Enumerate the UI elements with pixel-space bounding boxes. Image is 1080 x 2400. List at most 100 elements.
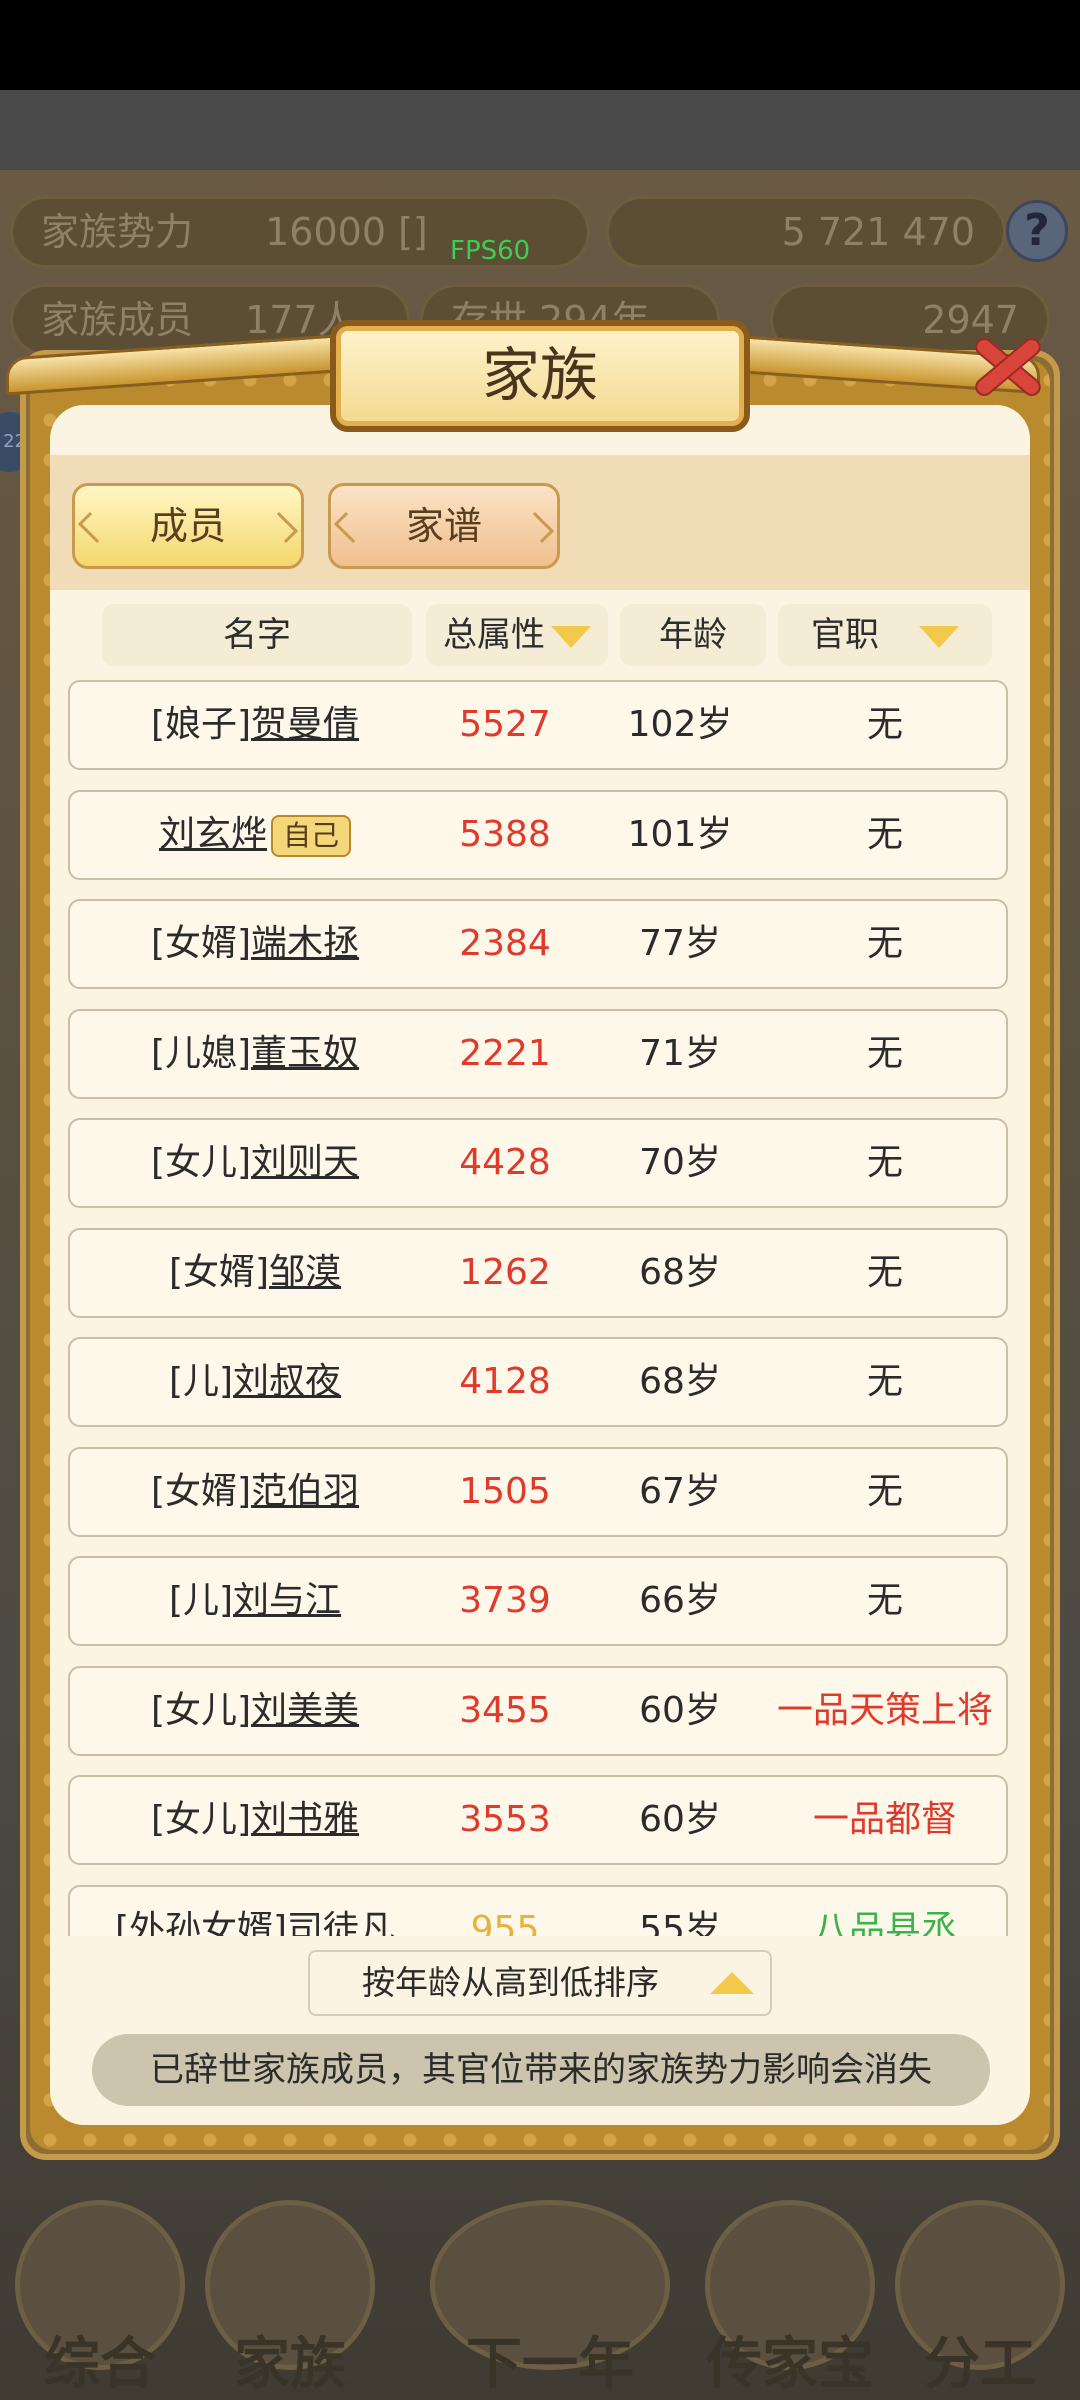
- column-header-post[interactable]: 官职: [778, 604, 992, 666]
- notice-banner: 已辞世家族成员，其官位带来的家族势力影响会消失: [92, 2034, 990, 2106]
- sort-button-label: 按年龄从高到低排序: [362, 1963, 659, 2002]
- nav-label: 分工: [924, 2332, 1036, 2397]
- member-name-cell[interactable]: [女婿]范伯羽: [70, 1449, 440, 1535]
- member-name-cell[interactable]: [儿]刘叔夜: [70, 1339, 440, 1425]
- member-name-link[interactable]: 刘叔夜: [233, 1361, 341, 1402]
- total-attr-value: 2384: [459, 923, 551, 964]
- relation-prefix: [儿]: [168, 1580, 234, 1621]
- member-name-cell[interactable]: [儿媳]董玉奴: [70, 1011, 440, 1097]
- total-attr-value: 3553: [459, 1799, 551, 1840]
- member-name-cell[interactable]: [女婿]邹漠: [70, 1230, 440, 1316]
- member-name-link[interactable]: 刘与江: [233, 1580, 341, 1621]
- member-name-cell[interactable]: [外孙女婿]司徒凡: [70, 1887, 440, 1936]
- table-row[interactable]: [外孙女婿]司徒凡 955 55岁 八品县丞: [68, 1885, 1008, 1936]
- member-name-link[interactable]: 刘美美: [251, 1690, 359, 1731]
- clan-power-label: 家族势力: [41, 210, 194, 254]
- member-name-cell[interactable]: [女婿]端木拯: [70, 901, 440, 987]
- clan-power-suffix: ]: [412, 210, 428, 254]
- nav-label: 综合: [44, 2332, 156, 2397]
- nav-division[interactable]: 分工: [890, 2200, 1070, 2400]
- member-name-cell[interactable]: [儿]刘与江: [70, 1558, 440, 1644]
- official-post-value: 一品天策上将: [776, 1690, 993, 1731]
- currency-stat: 5 721 470: [606, 196, 1006, 268]
- table-row[interactable]: [娘子]贺曼倩 5527 102岁 无: [68, 680, 1008, 770]
- table-row[interactable]: [儿媳]董玉奴 2221 71岁 无: [68, 1009, 1008, 1099]
- total-attr-value: 4128: [459, 1361, 551, 1402]
- table-row[interactable]: [儿]刘与江 3739 66岁 无: [68, 1556, 1008, 1646]
- age-value: 68岁: [639, 1361, 721, 1402]
- relation-prefix: [娘子]: [150, 704, 252, 745]
- age-value: 66岁: [639, 1580, 721, 1621]
- relation-prefix: [儿]: [168, 1361, 234, 1402]
- column-header-label: 名字: [223, 615, 291, 655]
- clan-power-value: 16000 [: [265, 210, 413, 254]
- table-row[interactable]: [女婿]邹漠 1262 68岁 无: [68, 1228, 1008, 1318]
- table-row[interactable]: [女婿]范伯羽 1505 67岁 无: [68, 1447, 1008, 1537]
- member-name-link[interactable]: 贺曼倩: [251, 704, 359, 745]
- member-name-link[interactable]: 董玉奴: [251, 1033, 359, 1074]
- table-row[interactable]: 刘玄烨 自己 5388 101岁 无: [68, 790, 1008, 880]
- official-post-value: 无: [866, 1142, 903, 1183]
- member-name-cell[interactable]: [娘子]贺曼倩: [70, 682, 440, 768]
- fps-counter: FPS60: [450, 236, 531, 266]
- relation-prefix: [儿媳]: [150, 1033, 252, 1074]
- table-row[interactable]: [女婿]端木拯 2384 77岁 无: [68, 899, 1008, 989]
- age-value: 55岁: [639, 1909, 721, 1936]
- official-post-value: 八品县丞: [812, 1909, 957, 1936]
- nav-family[interactable]: 家族: [200, 2200, 380, 2400]
- official-post-value: 无: [866, 1033, 903, 1074]
- member-name-link[interactable]: 刘书雅: [251, 1799, 359, 1840]
- total-attr-value: 3739: [459, 1580, 551, 1621]
- table-row[interactable]: [女儿]刘书雅 3553 60岁 一品都督: [68, 1775, 1008, 1865]
- member-name-link[interactable]: 刘则天: [251, 1142, 359, 1183]
- age-value: 77岁: [639, 923, 721, 964]
- nav-overview[interactable]: 综合: [10, 2200, 190, 2400]
- age-value: 60岁: [639, 1690, 721, 1731]
- total-attr-value: 4428: [459, 1142, 551, 1183]
- sort-up-icon: [710, 1972, 754, 1994]
- column-header-label: 年龄: [659, 615, 727, 655]
- relation-prefix: [女儿]: [150, 1142, 252, 1183]
- member-name-link[interactable]: 范伯羽: [251, 1471, 359, 1512]
- total-attr-value: 2221: [459, 1033, 551, 1074]
- column-header-age[interactable]: 年龄: [620, 604, 766, 666]
- age-value: 68岁: [639, 1252, 721, 1293]
- dialog-title: 家族: [330, 320, 750, 432]
- official-post-value: 一品都督: [812, 1799, 957, 1840]
- table-row[interactable]: [女儿]刘则天 4428 70岁 无: [68, 1118, 1008, 1208]
- table-row[interactable]: [女儿]刘美美 3455 60岁 一品天策上将: [68, 1666, 1008, 1756]
- nav-label: 传家宝: [706, 2332, 874, 2397]
- total-attr-value: 3455: [459, 1690, 551, 1731]
- total-attr-value: 1262: [459, 1252, 551, 1293]
- member-name-cell[interactable]: [女儿]刘美美: [70, 1668, 440, 1754]
- top-bar: [0, 90, 1080, 170]
- member-name-link[interactable]: 邹漠: [269, 1252, 341, 1293]
- self-badge: 自己: [271, 815, 352, 857]
- age-value: 102岁: [627, 704, 733, 745]
- sort-button[interactable]: 按年龄从高到低排序: [308, 1950, 772, 2016]
- age-value: 67岁: [639, 1471, 721, 1512]
- relation-prefix: [女婿]: [150, 923, 252, 964]
- tab-members[interactable]: 成员: [72, 483, 304, 569]
- official-post-value: 无: [866, 704, 903, 745]
- member-list[interactable]: [娘子]贺曼倩 5527 102岁无刘玄烨 自己 5388 101岁无 [女婿]端木拯 238…: [68, 680, 1010, 1936]
- member-name-link[interactable]: 端木拯: [251, 923, 359, 964]
- member-name-link[interactable]: 司徒凡: [287, 1909, 395, 1936]
- table-row[interactable]: [儿]刘叔夜 4128 68岁 无: [68, 1337, 1008, 1427]
- member-name-cell[interactable]: [女儿]刘书雅: [70, 1777, 440, 1863]
- member-name-cell[interactable]: 刘玄烨 自己: [70, 792, 440, 878]
- close-button[interactable]: [958, 318, 1054, 414]
- member-name-cell[interactable]: [女儿]刘则天: [70, 1120, 440, 1206]
- official-post-value: 无: [866, 1580, 903, 1621]
- members-label: 家族成员: [41, 298, 194, 342]
- official-post-value: 无: [866, 1252, 903, 1293]
- nav-heirloom[interactable]: 传家宝: [700, 2200, 880, 2400]
- total-attr-value: 955: [470, 1909, 540, 1936]
- help-icon[interactable]: ?: [1006, 200, 1068, 262]
- member-name-link[interactable]: 刘玄烨: [159, 814, 267, 855]
- column-header-attr[interactable]: 总属性: [426, 604, 608, 666]
- official-post-value: 无: [866, 1471, 903, 1512]
- nav-next-year[interactable]: 下一年: [420, 2200, 680, 2400]
- tab-genealogy[interactable]: 家谱: [328, 483, 560, 569]
- relation-prefix: [女婿]: [150, 1471, 252, 1512]
